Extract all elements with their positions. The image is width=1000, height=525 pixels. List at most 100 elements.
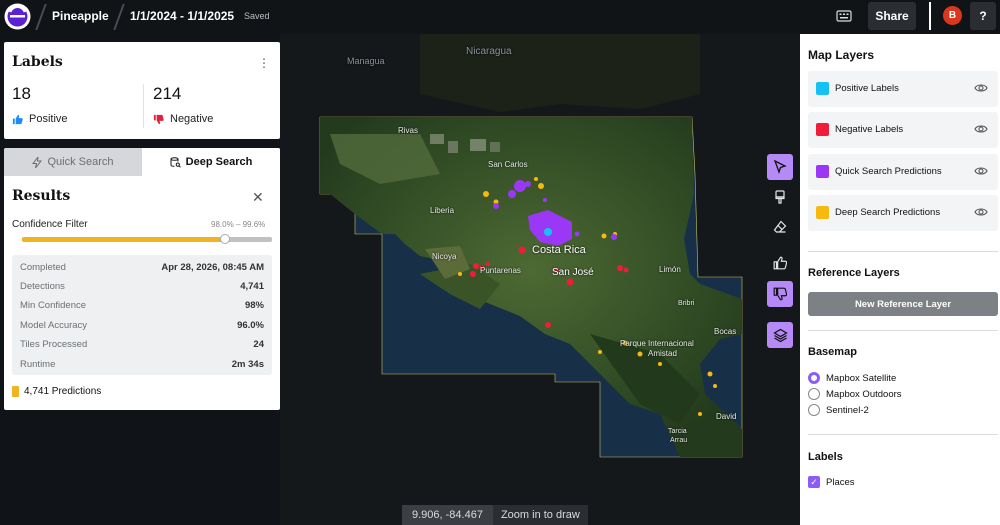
- eye-icon[interactable]: [974, 123, 988, 135]
- map-label: Liberia: [430, 206, 455, 215]
- labels-card: Labels ⋮ 18 Positive 214 Negative: [4, 42, 280, 139]
- radio-unselected[interactable]: [808, 404, 820, 416]
- positive-label-button[interactable]: [767, 250, 793, 276]
- tab-deep-search-label: Deep Search: [185, 156, 253, 168]
- negative-count: 214: [153, 84, 182, 103]
- radio-unselected[interactable]: [808, 388, 820, 400]
- more-options-icon[interactable]: ⋮: [258, 56, 270, 70]
- stat-value: 4,741: [240, 281, 264, 292]
- project-name[interactable]: Pineapple: [52, 9, 109, 23]
- map-label: Nicoya: [432, 252, 457, 261]
- layer-row-positive[interactable]: Positive Labels: [808, 71, 998, 107]
- layer-row-deep-search[interactable]: Deep Search Predictions: [808, 195, 998, 231]
- checkbox-checked[interactable]: ✓: [808, 476, 820, 488]
- share-button[interactable]: Share: [868, 2, 916, 30]
- thumbs-down-icon: [153, 114, 164, 124]
- layer-color-swatch: [816, 82, 829, 95]
- places-toggle[interactable]: ✓ Places: [808, 476, 855, 488]
- close-icon[interactable]: ✕: [252, 189, 264, 206]
- map-layers-title: Map Layers: [808, 48, 875, 62]
- brush-tool-button[interactable]: [767, 184, 793, 210]
- save-status: Saved: [244, 11, 270, 21]
- basemap-option-outdoors[interactable]: Mapbox Outdoors: [808, 388, 902, 400]
- thumbs-down-icon: [773, 287, 787, 301]
- tab-deep-search[interactable]: Deep Search: [142, 148, 280, 176]
- stat-label: Detections: [20, 281, 65, 292]
- map-label: San José: [552, 267, 594, 278]
- brush-icon: [775, 190, 785, 204]
- stat-row: Runtime 2m 34s: [20, 359, 264, 373]
- tab-quick-search-label: Quick Search: [47, 156, 114, 168]
- confidence-filter-label: Confidence Filter: [12, 219, 88, 230]
- stat-row: Min Confidence 98%: [20, 300, 264, 314]
- stat-row: Completed Apr 28, 2026, 08:45 AM: [20, 262, 264, 276]
- layer-name: Deep Search Predictions: [835, 207, 941, 218]
- section-divider: [808, 330, 998, 331]
- layers-toggle-button[interactable]: [767, 322, 793, 348]
- thumbs-up-icon: [773, 256, 787, 270]
- confidence-range: 98.0% – 99.6%: [211, 220, 266, 229]
- stat-value: 98%: [244, 300, 264, 311]
- labels-divider: [143, 84, 144, 128]
- map-label: Bocas: [714, 327, 737, 336]
- layer-color-swatch: [816, 123, 829, 136]
- map-label: Managua: [347, 56, 385, 66]
- predictions-summary: 4,741 Predictions: [12, 386, 101, 397]
- layer-row-quick-search[interactable]: Quick Search Predictions: [808, 154, 998, 190]
- user-avatar[interactable]: B: [943, 6, 962, 25]
- stat-row: Tiles Processed 24: [20, 339, 264, 353]
- negative-label-button[interactable]: [767, 281, 793, 307]
- layer-name: Quick Search Predictions: [835, 166, 942, 177]
- layer-row-negative[interactable]: Negative Labels: [808, 112, 998, 148]
- basemap-option-satellite[interactable]: Mapbox Satellite: [808, 372, 896, 384]
- confidence-slider-fill: [22, 237, 225, 242]
- app-logo-icon[interactable]: [4, 3, 31, 30]
- results-title: Results: [12, 188, 71, 204]
- stat-row: Detections 4,741: [20, 281, 264, 295]
- thumbs-up-icon: [12, 114, 23, 124]
- database-search-icon: [170, 156, 181, 168]
- map-label: Amistad: [648, 349, 677, 358]
- map-label: San Carlos: [488, 160, 528, 169]
- eye-icon[interactable]: [974, 165, 988, 177]
- map-label: Rivas: [398, 126, 419, 135]
- select-tool-button[interactable]: [767, 154, 793, 180]
- places-label: Places: [826, 476, 855, 488]
- predictions-count: 4,741 Predictions: [24, 386, 102, 397]
- radio-selected[interactable]: [808, 372, 820, 384]
- cursor-coordinates: 9.906, -84.467: [412, 509, 483, 521]
- basemap-label: Mapbox Satellite: [826, 372, 897, 384]
- stat-label: Model Accuracy: [20, 320, 88, 331]
- stat-label: Completed: [20, 262, 66, 273]
- negative-count-label: Negative: [153, 113, 213, 125]
- cursor-icon: [773, 160, 787, 174]
- lightning-icon: [32, 156, 43, 168]
- basemap-title: Basemap: [808, 346, 857, 358]
- map-label: David: [716, 412, 737, 421]
- header-divider: [929, 2, 931, 30]
- layer-color-swatch: [816, 206, 829, 219]
- keyboard-shortcuts-icon[interactable]: [834, 6, 854, 26]
- basemap-option-sentinel[interactable]: Sentinel-2: [808, 404, 869, 416]
- eraser-tool-button[interactable]: [767, 214, 793, 240]
- results-stats: Completed Apr 28, 2026, 08:45 AM Detecti…: [12, 255, 272, 375]
- eye-icon[interactable]: [974, 206, 988, 218]
- new-reference-layer-button[interactable]: New Reference Layer: [808, 292, 998, 316]
- positive-count-label: Positive: [12, 113, 68, 125]
- map-label: Puntarenas: [480, 266, 521, 275]
- stat-label: Min Confidence: [20, 300, 87, 311]
- layer-name: Negative Labels: [835, 124, 904, 135]
- eye-icon[interactable]: [974, 82, 988, 94]
- basemap-label: Sentinel-2: [826, 404, 869, 416]
- confidence-slider-handle[interactable]: [219, 234, 230, 244]
- stat-value: 24: [253, 339, 264, 350]
- help-button[interactable]: ?: [970, 2, 996, 30]
- stat-label: Runtime: [20, 359, 56, 370]
- tab-quick-search[interactable]: Quick Search: [4, 148, 142, 176]
- map-label: Tarcia: [668, 428, 687, 435]
- basemap-label: Mapbox Outdoors: [826, 388, 902, 400]
- confidence-slider[interactable]: [22, 234, 272, 244]
- coordinates-bar: 9.906, -84.467 Zoom in to draw: [402, 505, 588, 525]
- labels-title: Labels: [12, 54, 63, 70]
- date-range[interactable]: 1/1/2024 - 1/1/2025: [130, 9, 234, 23]
